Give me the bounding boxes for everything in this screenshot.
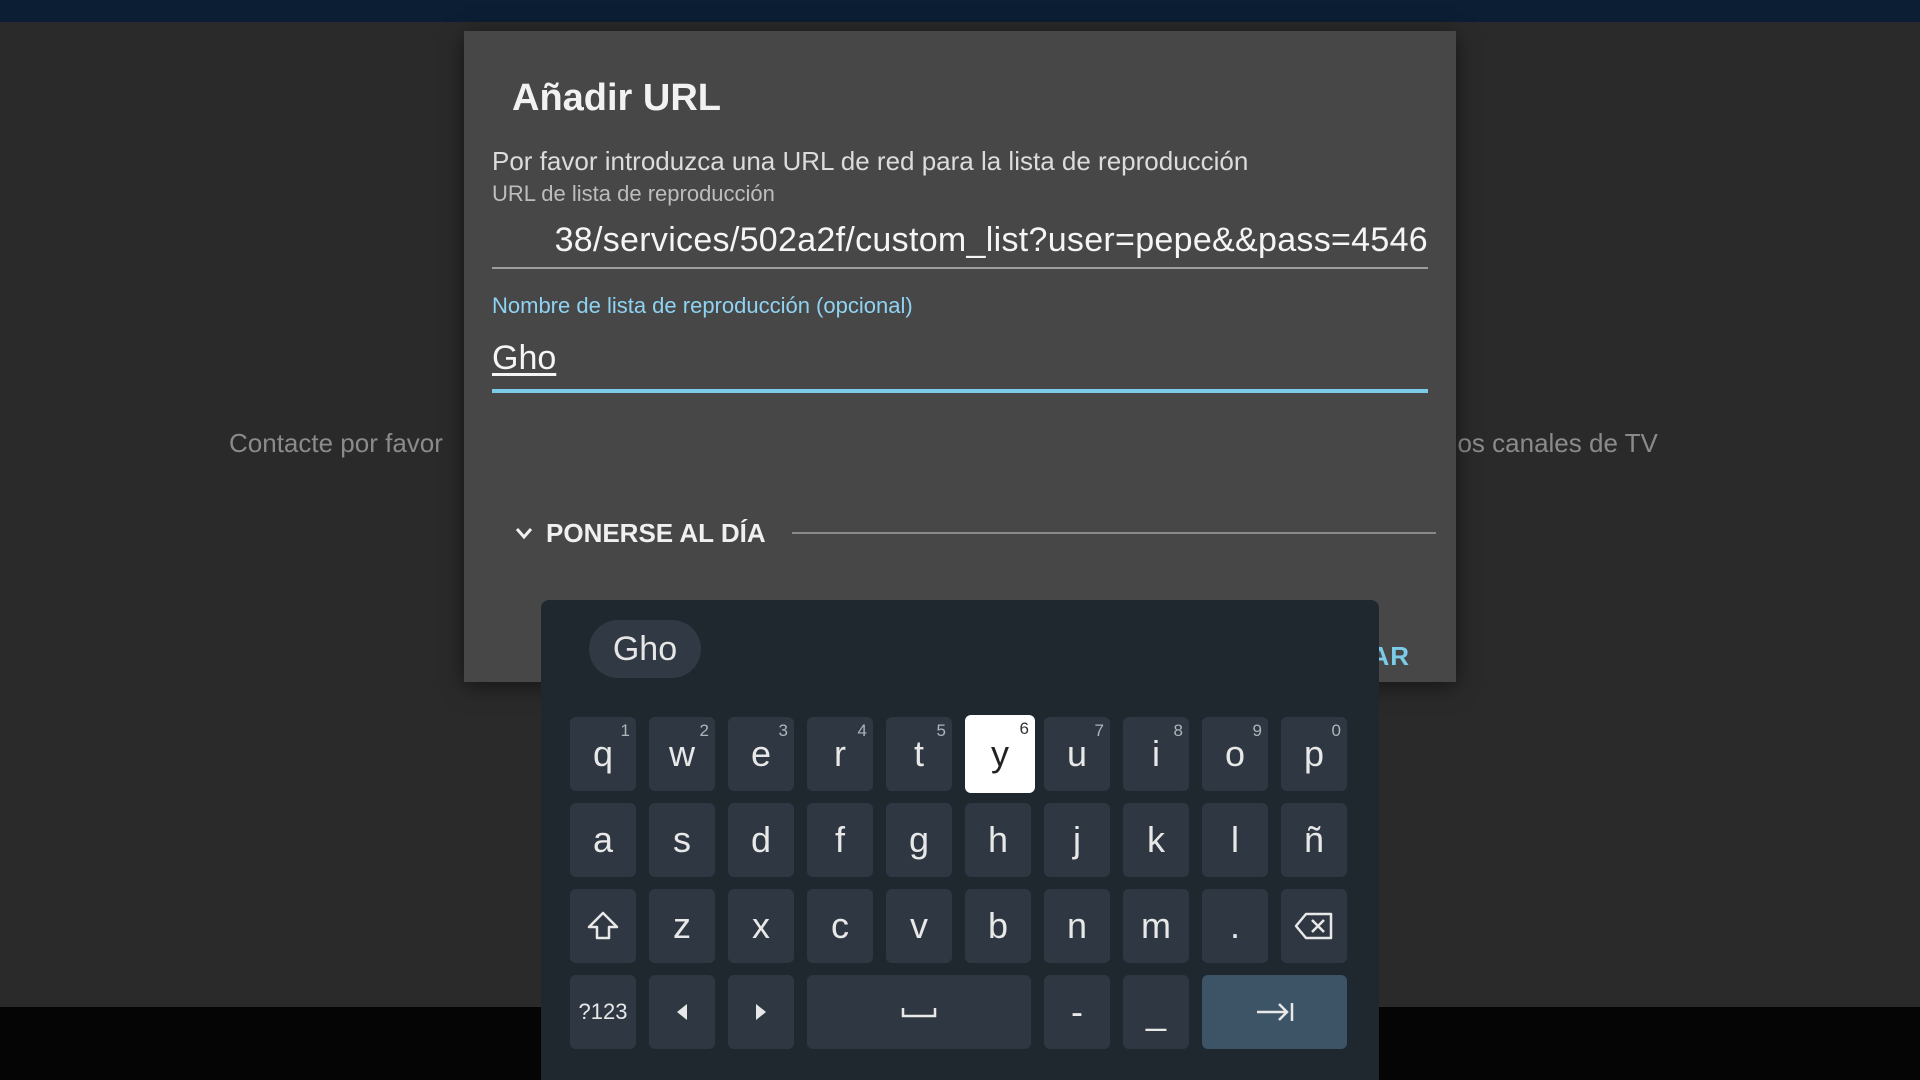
key-hint: 6	[1019, 719, 1029, 738]
dialog-message: Por favor introduzca una URL de red para…	[492, 146, 1249, 176]
key-period[interactable]: .	[1202, 889, 1268, 963]
key-n[interactable]: n	[1044, 889, 1110, 963]
key-p[interactable]: p0	[1281, 717, 1347, 791]
key-label: i	[1152, 733, 1160, 774]
key-o[interactable]: o9	[1202, 717, 1268, 791]
onscreen-keyboard: Gho q1 w2 e3 r4 t5 y6 u7 i8 o9 p0 a s d …	[541, 600, 1379, 1080]
dash-key[interactable]: -	[1044, 975, 1110, 1049]
space-icon	[901, 1004, 937, 1020]
key-v[interactable]: v	[886, 889, 952, 963]
key-i[interactable]: i8	[1123, 717, 1189, 791]
key-label: p	[1303, 733, 1325, 774]
dialog-title: Añadir URL	[512, 77, 721, 119]
top-status-bar	[0, 0, 1920, 22]
cursor-left-key[interactable]	[649, 975, 715, 1049]
key-hint: 8	[1173, 721, 1183, 740]
key-label: y	[991, 733, 1009, 774]
section-divider	[792, 532, 1436, 534]
add-url-dialog: Añadir URL Por favor introduzca una URL …	[464, 31, 1456, 682]
next-field-key[interactable]	[1202, 975, 1347, 1049]
suggestion-chip[interactable]: Gho	[589, 620, 701, 678]
key-w[interactable]: w2	[649, 717, 715, 791]
backspace-icon	[1294, 911, 1334, 941]
key-j[interactable]: j	[1044, 803, 1110, 877]
shift-key[interactable]	[570, 889, 636, 963]
key-s[interactable]: s	[649, 803, 715, 877]
url-input-value: 38/services/502a2f/custom_list?user=pepe…	[554, 221, 1428, 259]
key-z[interactable]: z	[649, 889, 715, 963]
key-c[interactable]: c	[807, 889, 873, 963]
chevron-down-icon	[514, 523, 534, 543]
playlist-name-value: Gho	[492, 339, 557, 377]
key-l[interactable]: l	[1202, 803, 1268, 877]
url-input[interactable]: 38/services/502a2f/custom_list?user=pepe…	[492, 221, 1428, 269]
catchup-section-toggle[interactable]: PONERSE AL DÍA	[514, 513, 766, 553]
key-label: o	[1224, 733, 1246, 774]
tab-next-icon	[1255, 1000, 1295, 1024]
shift-icon	[586, 909, 620, 943]
key-e[interactable]: e3	[728, 717, 794, 791]
key-hint: 9	[1252, 721, 1262, 740]
background-message: Contacte por favor	[229, 428, 443, 458]
catchup-section-label: PONERSE AL DÍA	[546, 517, 766, 548]
key-hint: 5	[936, 721, 946, 740]
key-u[interactable]: u7	[1044, 717, 1110, 791]
key-label: r	[834, 733, 846, 774]
key-label: t	[913, 733, 924, 774]
background-message-end: n los canales de TV	[1430, 428, 1658, 458]
key-r[interactable]: r4	[807, 717, 873, 791]
key-y[interactable]: y6	[965, 715, 1035, 793]
key-label: q	[592, 733, 614, 774]
symbols-key[interactable]: ?123	[570, 975, 636, 1049]
key-d[interactable]: d	[728, 803, 794, 877]
key-q[interactable]: q1	[570, 717, 636, 791]
key-x[interactable]: x	[728, 889, 794, 963]
key-hint: 7	[1094, 721, 1104, 740]
key-label: w	[669, 733, 695, 774]
underscore-key[interactable]: _	[1123, 975, 1189, 1049]
space-key[interactable]	[807, 975, 1031, 1049]
arrow-right-icon	[753, 1002, 769, 1022]
key-k[interactable]: k	[1123, 803, 1189, 877]
key-t[interactable]: t5	[886, 717, 952, 791]
key-a[interactable]: a	[570, 803, 636, 877]
key-label: u	[1066, 733, 1088, 774]
key-hint: 1	[620, 721, 630, 740]
key-h[interactable]: h	[965, 803, 1031, 877]
key-hint: 0	[1331, 721, 1341, 740]
url-field-label: URL de lista de reproducción	[492, 181, 775, 206]
key-hint: 4	[857, 721, 867, 740]
key-b[interactable]: b	[965, 889, 1031, 963]
key-hint: 2	[699, 721, 709, 740]
key-f[interactable]: f	[807, 803, 873, 877]
key-g[interactable]: g	[886, 803, 952, 877]
key-m[interactable]: m	[1123, 889, 1189, 963]
name-field-label: Nombre de lista de reproducción (opciona…	[492, 293, 913, 318]
cursor-right-key[interactable]	[728, 975, 794, 1049]
playlist-name-input[interactable]: Gho	[492, 331, 1428, 393]
backspace-key[interactable]	[1281, 889, 1347, 963]
key-n-tilde[interactable]: ñ	[1281, 803, 1347, 877]
key-label: e	[750, 733, 772, 774]
arrow-left-icon	[674, 1002, 690, 1022]
key-hint: 3	[778, 721, 788, 740]
